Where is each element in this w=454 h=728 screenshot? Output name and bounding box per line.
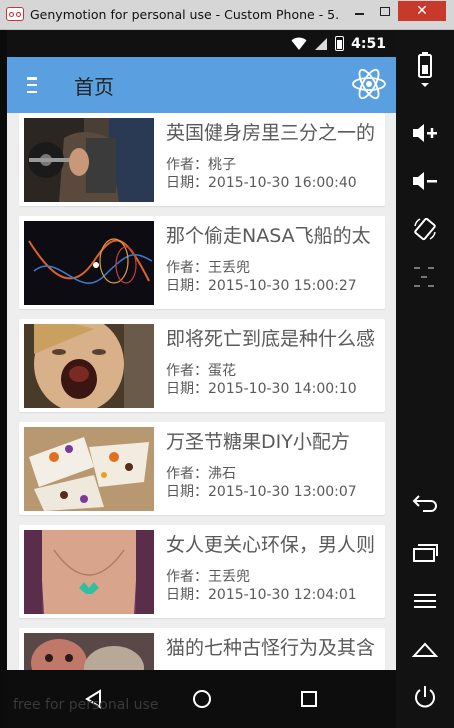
list-item[interactable]: 英国健身房里三分之一的 作者：桃子 日期：2015-10-30 16:00:40 [19, 113, 385, 206]
emulator-toolbar [396, 30, 454, 728]
back-side-button[interactable] [396, 480, 454, 526]
wifi-icon [291, 37, 307, 50]
power-icon [415, 686, 435, 708]
volume-up-button[interactable] [396, 108, 454, 158]
article-title: 即将死亡到底是种什么感 [166, 328, 376, 350]
article-date: 日期：2015-10-30 16:00:40 [166, 175, 357, 191]
close-icon: ✕ [416, 3, 428, 19]
rotate-button[interactable] [396, 204, 454, 254]
article-author: 作者：王丢兜 [166, 569, 250, 585]
article-date: 日期：2015-10-30 14:00:10 [166, 381, 357, 397]
signal-icon [315, 37, 328, 50]
article-thumbnail [24, 221, 154, 305]
battery-widget-icon [418, 52, 432, 87]
minimize-button[interactable] [346, 1, 372, 21]
home-side-button[interactable] [396, 626, 454, 672]
volume-up-icon [413, 124, 437, 142]
power-button[interactable] [396, 674, 454, 720]
home-icon [411, 642, 439, 657]
menu-lines-icon [414, 594, 436, 608]
menu-icon[interactable] [27, 77, 41, 93]
recents-button[interactable] [289, 683, 329, 715]
list-item[interactable]: 女人更关心环保，男人则 作者：王丢兜 日期：2015-10-30 12:04:0… [19, 525, 385, 618]
article-thumbnail [24, 324, 154, 408]
volume-down-icon [413, 172, 437, 190]
article-date: 日期：2015-10-30 13:00:07 [166, 484, 357, 500]
close-button[interactable]: ✕ [398, 1, 446, 21]
article-date: 日期：2015-10-30 15:00:27 [166, 278, 357, 294]
article-thumbnail [24, 530, 154, 614]
rotate-icon [414, 217, 436, 241]
maximize-button[interactable] [372, 1, 398, 21]
phone-screen: 4:51 首页 英国健身房里三分之一的 作者：桃子 日期：2015-10-30 … [7, 30, 396, 670]
recent-apps-side-button[interactable] [396, 530, 454, 576]
article-author: 作者：蛋花 [166, 363, 236, 379]
recent-apps-icon [413, 544, 438, 562]
status-bar: 4:51 [7, 30, 396, 57]
scale-icon [414, 267, 434, 287]
menu-side-button[interactable] [396, 578, 454, 624]
scale-button[interactable] [396, 258, 454, 298]
article-title: 英国健身房里三分之一的 [166, 122, 376, 144]
article-title: 万圣节糖果DIY小配方 [166, 431, 350, 453]
article-author: 作者：王丢兜 [166, 260, 250, 276]
battery-widget-button[interactable] [396, 44, 454, 94]
home-circle-icon [193, 690, 211, 708]
article-thumbnail [24, 118, 154, 202]
home-button[interactable] [182, 683, 222, 715]
window-title: Genymotion for personal use - Custom Pho… [30, 7, 340, 22]
battery-icon [335, 36, 345, 51]
article-date: 日期：2015-10-30 12:04:01 [166, 587, 357, 603]
react-atom-icon[interactable] [350, 65, 388, 103]
article-title: 女人更关心环保，男人则 [166, 534, 376, 556]
article-thumbnail [24, 427, 154, 511]
genymotion-window: Genymotion for personal use - Custom Pho… [0, 0, 454, 728]
article-thumbnail [24, 633, 154, 670]
list-item[interactable]: 那个偷走NASA飞船的太 作者：王丢兜 日期：2015-10-30 15:00:… [19, 216, 385, 309]
list-item[interactable]: 万圣节糖果DIY小配方 作者：沸石 日期：2015-10-30 13:00:07 [19, 422, 385, 515]
maximize-icon [380, 6, 390, 16]
article-author: 作者：桃子 [166, 157, 236, 173]
article-author: 作者：沸石 [166, 466, 236, 482]
list-item[interactable]: 猫的七种古怪行为及其含 [19, 628, 385, 670]
app-bar: 首页 [7, 57, 396, 113]
recents-square-icon [301, 691, 317, 707]
minimize-icon [354, 13, 364, 15]
clock: 4:51 [351, 35, 386, 52]
window-title-bar: Genymotion for personal use - Custom Pho… [0, 0, 454, 30]
page-title: 首页 [74, 75, 114, 99]
genymotion-logo-icon [6, 7, 24, 21]
volume-down-button[interactable] [396, 156, 454, 206]
list-item[interactable]: 即将死亡到底是种什么感 作者：蛋花 日期：2015-10-30 14:00:10 [19, 319, 385, 412]
article-title: 猫的七种古怪行为及其含 [166, 637, 376, 659]
watermark-text: free for personal use [13, 697, 159, 713]
article-list[interactable]: 英国健身房里三分之一的 作者：桃子 日期：2015-10-30 16:00:40 [7, 113, 396, 670]
back-arrow-icon [412, 495, 437, 512]
article-title: 那个偷走NASA飞船的太 [166, 225, 371, 247]
